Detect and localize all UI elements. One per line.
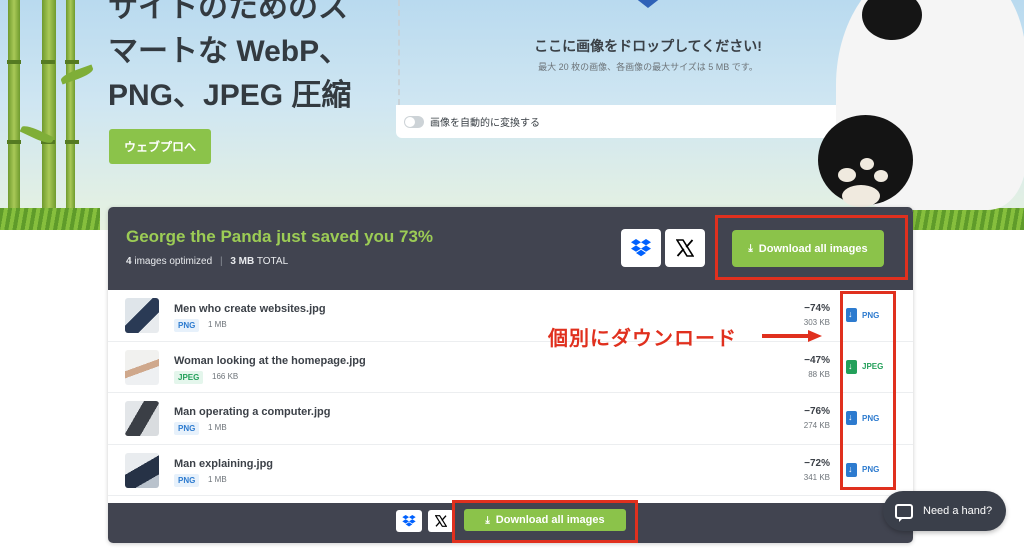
bamboo-stalk <box>65 0 79 230</box>
x-share-button[interactable] <box>665 229 705 267</box>
savings-title: George the Panda just saved you 73% <box>126 227 434 246</box>
file-name: Men who create websites.jpg <box>174 303 326 315</box>
bamboo-stalk <box>7 0 21 230</box>
dropbox-icon <box>631 239 651 257</box>
file-original-size: 1 MB <box>208 474 227 484</box>
x-logo-icon <box>676 239 694 257</box>
optimized-size: 303 KB <box>803 318 830 327</box>
file-thumbnail <box>125 298 159 333</box>
web-pro-button[interactable]: ウェブプロへ <box>109 129 211 164</box>
dropbox-button[interactable] <box>396 510 422 532</box>
upload-icon <box>625 0 671 8</box>
file-type-badge: PNG <box>174 422 200 435</box>
chat-icon <box>895 503 913 522</box>
hero-banner: サイトのためのス マートな WebP、 PNG、JPEG 圧縮 ウェブプロへ こ… <box>0 0 1024 230</box>
savings-percent: −72% <box>804 457 830 469</box>
image-count-label: images optimized <box>134 256 213 267</box>
bamboo-leaf <box>59 64 95 85</box>
hero-title: サイトのためのス マートな WebP、 PNG、JPEG 圧縮 <box>108 0 352 112</box>
x-share-button[interactable] <box>428 510 454 532</box>
file-original-size: 166 KB <box>212 371 239 381</box>
optimized-size: 341 KB <box>803 472 830 482</box>
file-original-size: 1 MB <box>208 320 227 329</box>
file-type-badge: JPEG <box>174 370 204 384</box>
file-name: Woman looking at the homepage.jpg <box>174 354 366 367</box>
file-thumbnail <box>125 401 159 436</box>
savings-percent: −47% <box>804 354 830 366</box>
optimized-size: 88 KB <box>808 369 830 379</box>
annotation-arrow-icon <box>762 330 822 342</box>
bamboo-stalk <box>41 0 56 230</box>
optimized-size: 274 KB <box>803 421 830 430</box>
file-row: Man explaining.jpg PNG 1 MB −72% 341 KB … <box>108 445 913 496</box>
total-size: 3 MB <box>230 256 255 267</box>
highlight-individual-downloads <box>840 291 896 490</box>
file-type-badge: PNG <box>174 319 200 332</box>
file-thumbnail <box>125 349 159 385</box>
annotation-caption: 個別にダウンロード <box>548 328 737 350</box>
total-label: TOTAL <box>256 256 289 267</box>
grass <box>0 208 100 230</box>
dropbox-icon <box>402 515 416 527</box>
file-row: Woman looking at the homepage.jpg JPEG 1… <box>108 342 913 393</box>
dropbox-button[interactable] <box>621 229 661 267</box>
help-label: Need a hand? <box>923 505 993 517</box>
auto-convert-toggle[interactable] <box>404 115 424 128</box>
file-name: Man explaining.jpg <box>174 457 274 470</box>
file-row: Man operating a computer.jpg PNG 1 MB −7… <box>108 393 913 445</box>
savings-percent: −74% <box>804 303 830 314</box>
highlight-download-all <box>715 215 908 280</box>
help-chat-button[interactable]: Need a hand? <box>883 491 1006 531</box>
file-name: Man operating a computer.jpg <box>174 406 331 418</box>
savings-meta: 4 images optimized | 3 MB TOTAL <box>126 256 289 267</box>
file-list: Men who create websites.jpg PNG 1 MB −74… <box>108 290 913 496</box>
x-logo-icon <box>435 515 447 527</box>
auto-convert-label: 画像を自動的に変換する <box>430 118 540 129</box>
savings-percent: −76% <box>804 406 830 417</box>
drop-zone-hint: 最大 20 枚の画像、各画像の最大サイズは 5 MB です。 <box>538 62 758 72</box>
file-thumbnail <box>125 452 159 488</box>
highlight-footer-download-all <box>452 500 638 543</box>
panda-mascot <box>812 0 1024 215</box>
file-original-size: 1 MB <box>208 423 227 432</box>
drop-zone-title: ここに画像をドロップしてください! <box>534 38 762 54</box>
file-type-badge: PNG <box>174 473 200 487</box>
image-count: 4 <box>126 256 132 267</box>
